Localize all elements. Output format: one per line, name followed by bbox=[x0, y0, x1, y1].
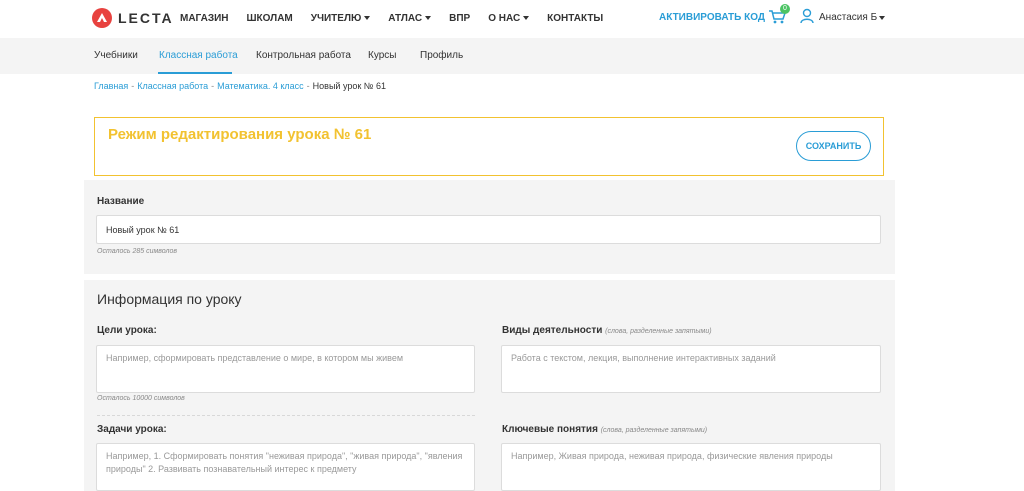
nav-item-teacher[interactable]: УЧИТЕЛЮ bbox=[311, 13, 371, 24]
top-header: LECTA МАГАЗИН ШКОЛАМ УЧИТЕЛЮ АТЛАС ВПР О… bbox=[0, 0, 1024, 36]
goals-textarea[interactable] bbox=[96, 345, 475, 393]
caret-down-icon bbox=[425, 16, 432, 20]
user-menu[interactable]: Анастасия Б bbox=[800, 8, 886, 27]
tasks-textarea[interactable] bbox=[96, 443, 475, 491]
breadcrumb-current: Новый урок № 61 bbox=[312, 81, 386, 91]
tab-profile[interactable]: Профиль bbox=[420, 50, 463, 61]
activities-textarea[interactable] bbox=[501, 345, 881, 393]
tab-test-work[interactable]: Контрольная работа bbox=[256, 50, 351, 61]
nav-label: АТЛАС bbox=[388, 12, 423, 24]
nav-item-shop[interactable]: МАГАЗИН bbox=[180, 13, 229, 24]
active-tab-indicator bbox=[158, 72, 232, 74]
user-name: Анастасия Б bbox=[819, 12, 878, 23]
nav-label: ВПР bbox=[449, 12, 471, 24]
lesson-name-section: Название Осталось 285 символов bbox=[84, 180, 895, 274]
activate-code-link[interactable]: АКТИВИРОВАТЬ КОД bbox=[659, 12, 765, 23]
sub-nav: Учебники Классная работа Контрольная раб… bbox=[0, 38, 1024, 74]
nav-label: УЧИТЕЛЮ bbox=[310, 12, 362, 24]
concepts-label-text: Ключевые понятия bbox=[502, 424, 598, 435]
edit-mode-title: Режим редактирования урока № 61 bbox=[108, 126, 372, 143]
concepts-textarea[interactable] bbox=[501, 443, 881, 491]
tab-textbooks[interactable]: Учебники bbox=[94, 50, 138, 61]
goals-counter: Осталось 10000 символов bbox=[97, 395, 185, 402]
nav-label: О НАС bbox=[488, 12, 521, 24]
lesson-info-title: Информация по уроку bbox=[97, 291, 242, 307]
caret-down-icon bbox=[364, 16, 371, 20]
logo[interactable]: LECTA bbox=[92, 8, 174, 28]
breadcrumb: Главная - Классная работа - Математика. 4 кл… bbox=[94, 81, 386, 91]
tab-courses[interactable]: Курсы bbox=[368, 50, 396, 61]
caret-down-icon bbox=[879, 15, 886, 20]
breadcrumb-separator: - bbox=[211, 81, 215, 91]
nav-label: МАГАЗИН bbox=[180, 12, 229, 24]
breadcrumb-math[interactable]: Математика. 4 класс bbox=[217, 81, 304, 91]
nav-item-vpr[interactable]: ВПР bbox=[449, 13, 470, 24]
lesson-name-input[interactable] bbox=[96, 215, 881, 244]
activities-label: Виды деятельности (слова, разделенные за… bbox=[502, 325, 712, 336]
nav-item-contacts[interactable]: КОНТАКТЫ bbox=[547, 13, 603, 24]
nav-item-schools[interactable]: ШКОЛАМ bbox=[247, 13, 293, 24]
nav-item-about[interactable]: О НАС bbox=[488, 12, 530, 24]
caret-down-icon bbox=[523, 16, 530, 20]
concepts-hint: (слова, разделенные запятыми) bbox=[600, 427, 708, 434]
nav-item-atlas[interactable]: АТЛАС bbox=[388, 12, 432, 24]
goals-label: Цели урока: bbox=[97, 325, 157, 336]
save-button[interactable]: СОХРАНИТЬ bbox=[796, 131, 871, 161]
nav-label: ШКОЛАМ bbox=[246, 12, 293, 24]
main-nav: МАГАЗИН ШКОЛАМ УЧИТЕЛЮ АТЛАС ВПР О НАС К… bbox=[180, 0, 621, 36]
lesson-info-section: Информация по уроку Цели урока: Осталось… bbox=[84, 280, 895, 491]
logo-icon bbox=[92, 8, 112, 28]
edit-mode-banner: Режим редактирования урока № 61 СОХРАНИТ… bbox=[94, 117, 884, 176]
tab-classwork[interactable]: Классная работа bbox=[159, 50, 238, 61]
activities-hint: (слова, разделенные запятыми) bbox=[605, 328, 712, 335]
breadcrumb-classwork[interactable]: Классная работа bbox=[137, 81, 208, 91]
breadcrumb-separator: - bbox=[306, 81, 310, 91]
concepts-label: Ключевые понятия (слова, разделенные зап… bbox=[502, 424, 707, 435]
activities-label-text: Виды деятельности bbox=[502, 325, 603, 336]
lesson-name-counter: Осталось 285 символов bbox=[97, 248, 178, 255]
user-icon bbox=[800, 8, 814, 27]
breadcrumb-separator: - bbox=[131, 81, 135, 91]
logo-text: LECTA bbox=[118, 10, 174, 26]
tasks-label: Задачи урока: bbox=[97, 424, 167, 435]
lesson-name-label: Название bbox=[97, 196, 145, 207]
breadcrumb-home[interactable]: Главная bbox=[94, 81, 128, 91]
cart-count-badge: 0 bbox=[780, 4, 790, 14]
section-divider bbox=[97, 415, 475, 416]
nav-label: КОНТАКТЫ bbox=[547, 12, 604, 24]
